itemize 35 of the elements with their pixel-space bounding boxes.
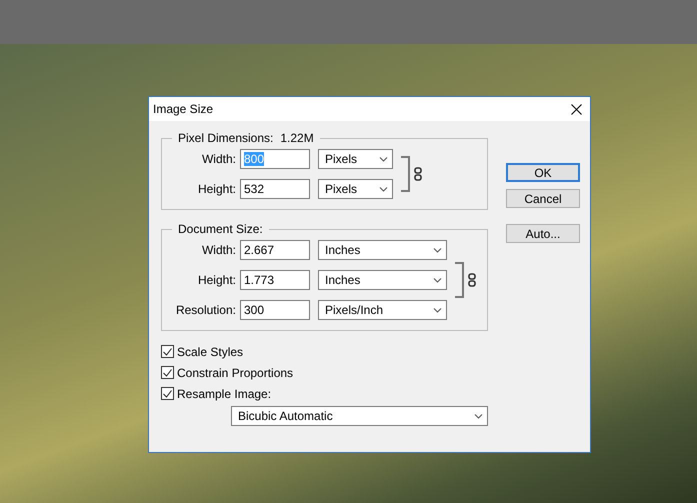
chevron-down-icon [433, 248, 442, 252]
field-label: Width: [200, 152, 237, 166]
window-title: Image Size [153, 102, 214, 116]
unit-dropdown[interactable]: Inches [318, 270, 447, 290]
checkbox-label: Resample Image: [177, 386, 272, 400]
chevron-down-icon [474, 414, 483, 418]
input-field[interactable]: 300 [240, 300, 310, 320]
checkbox[interactable] [161, 366, 174, 379]
field-label: Width: [200, 243, 237, 257]
checkbox-label: Constrain Proportions [177, 366, 294, 380]
field-label: Resolution: [174, 303, 237, 317]
unit-dropdown[interactable]: Pixels [318, 149, 393, 169]
field-label: Height: [196, 273, 237, 287]
group-title: Document Size: [178, 222, 263, 236]
chevron-down-icon [379, 156, 388, 162]
close-icon[interactable] [571, 104, 582, 114]
input-field[interactable]: 2.667 [240, 240, 310, 260]
group-title: Pixel Dimensions: [178, 131, 274, 145]
file-size-value: 1.22M [280, 131, 314, 145]
chevron-down-icon [379, 186, 388, 192]
checkbox[interactable] [161, 387, 174, 400]
dialog-button[interactable]: Cancel [506, 189, 580, 208]
unit-dropdown[interactable]: Inches [318, 240, 447, 260]
field-label: Height: [196, 182, 237, 196]
dialog-button[interactable]: Auto... [506, 224, 580, 243]
input-field[interactable]: 532 [240, 179, 310, 199]
checkbox[interactable] [161, 345, 174, 358]
input-field[interactable]: 1.773 [240, 270, 310, 290]
resample-dropdown[interactable]: Bicubic Automatic [231, 406, 488, 426]
unit-dropdown[interactable]: Pixels [318, 179, 393, 199]
chevron-down-icon [433, 308, 442, 312]
chevron-down-icon [433, 278, 442, 282]
checkbox-label: Scale Styles [177, 344, 244, 358]
dialog-button[interactable]: OK [506, 163, 580, 182]
unit-dropdown[interactable]: Pixels/Inch [318, 300, 447, 320]
